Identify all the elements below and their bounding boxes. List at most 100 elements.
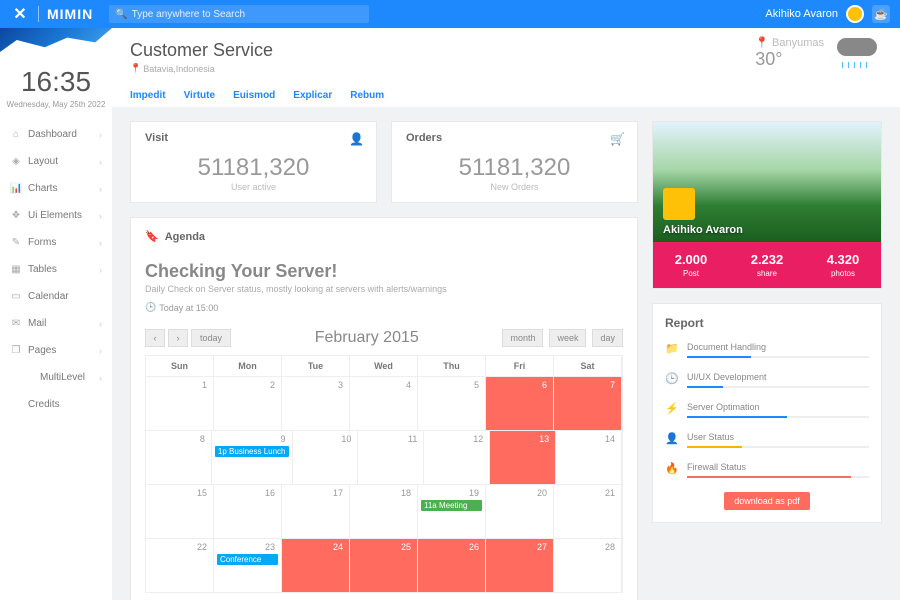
cal-cell[interactable]: 13 bbox=[490, 430, 556, 484]
progress-bar bbox=[687, 446, 869, 448]
report-item: 🕒UI/UX Development bbox=[665, 372, 869, 388]
profile-stat-label: Post bbox=[653, 269, 729, 278]
weather: 📍 Banyumas 30° bbox=[755, 36, 882, 70]
cal-cell[interactable]: 1 bbox=[146, 376, 214, 430]
cal-daynum: 5 bbox=[421, 380, 482, 390]
cal-cell[interactable]: 6 bbox=[486, 376, 554, 430]
weekday: Sun bbox=[146, 356, 214, 376]
sidebar-item-multilevel[interactable]: MultiLevel› bbox=[0, 364, 112, 391]
cal-daynum: 26 bbox=[421, 542, 482, 552]
tab-virtute[interactable]: Virtute bbox=[184, 90, 216, 107]
cal-cell[interactable]: 12 bbox=[424, 430, 490, 484]
cal-daynum: 22 bbox=[149, 542, 210, 552]
cal-prev-button[interactable]: ‹ bbox=[145, 329, 165, 347]
sidebar-item-credits[interactable]: Credits bbox=[0, 391, 112, 418]
cal-view-week[interactable]: week bbox=[549, 329, 586, 347]
header-tabs: Impedit Virtute Euismod Explicar Rebum bbox=[130, 90, 882, 107]
close-icon[interactable]: ✕ bbox=[10, 4, 30, 24]
sidebar: 16:35 Wednesday, May 25th 2022 ⌂ Dashboar… bbox=[0, 28, 112, 600]
search-input-wrap[interactable]: 🔍 bbox=[109, 5, 369, 23]
cal-cell[interactable]: 20 bbox=[486, 484, 554, 538]
cal-cell[interactable]: 23Conference bbox=[214, 538, 282, 592]
report-label: UI/UX Development bbox=[687, 372, 869, 382]
cal-cell[interactable]: 25 bbox=[350, 538, 418, 592]
nav-icon: ⌂ bbox=[10, 129, 22, 140]
nav-label: Layout bbox=[28, 156, 58, 167]
cal-cell[interactable]: 10 bbox=[293, 430, 359, 484]
cal-daynum: 3 bbox=[285, 380, 346, 390]
sidebar-item-dashboard[interactable]: ⌂Dashboard› bbox=[0, 121, 112, 148]
cal-cell[interactable]: 11 bbox=[358, 430, 424, 484]
cal-today-button[interactable]: today bbox=[191, 329, 231, 347]
download-pdf-button[interactable]: download as pdf bbox=[724, 492, 810, 510]
cal-cell[interactable]: 91p Business Lunch bbox=[212, 430, 293, 484]
chevron-right-icon: › bbox=[99, 157, 102, 167]
tab-euismod[interactable]: Euismod bbox=[233, 90, 275, 107]
sidebar-item-forms[interactable]: ✎Forms› bbox=[0, 229, 112, 256]
cal-cell[interactable]: 14 bbox=[556, 430, 622, 484]
nav-label: Forms bbox=[28, 237, 56, 248]
cal-event[interactable]: 11a Meeting bbox=[421, 500, 482, 511]
tab-explicar[interactable]: Explicar bbox=[293, 90, 332, 107]
nav: ⌂Dashboard›◈Layout›📊Charts›❖Ui Elements›… bbox=[0, 117, 112, 600]
sidebar-item-mail[interactable]: ✉Mail› bbox=[0, 310, 112, 337]
profile-card: Akihiko Avaron 2.000Post2.232share4.320p… bbox=[652, 121, 882, 289]
profile-stat-value: 2.232 bbox=[729, 252, 805, 267]
cal-cell[interactable]: 4 bbox=[350, 376, 418, 430]
tab-impedit[interactable]: Impedit bbox=[130, 90, 166, 107]
agenda-panel: 🔖 Agenda Checking Your Server! Daily Che… bbox=[130, 217, 638, 600]
calendar: SunMonTueWedThuFriSat 1234567891p Busine… bbox=[145, 355, 623, 593]
search-input[interactable] bbox=[132, 9, 364, 20]
stat-icon: 🛒 bbox=[610, 132, 625, 146]
cal-cell[interactable]: 16 bbox=[214, 484, 282, 538]
profile-stat: 2.232share bbox=[729, 252, 805, 278]
cal-cell[interactable]: 7 bbox=[554, 376, 622, 430]
cal-cell[interactable]: 21 bbox=[554, 484, 622, 538]
cal-cell[interactable]: 27 bbox=[486, 538, 554, 592]
progress-bar bbox=[687, 476, 869, 478]
page-header: Customer Service 📍 Batavia,Indonesia 📍 B… bbox=[112, 28, 900, 107]
sidebar-item-pages[interactable]: ❐Pages› bbox=[0, 337, 112, 364]
cal-cell[interactable]: 22 bbox=[146, 538, 214, 592]
sidebar-item-ui-elements[interactable]: ❖Ui Elements› bbox=[0, 202, 112, 229]
topbar-user[interactable]: Akihiko Avaron bbox=[765, 8, 838, 20]
cal-cell[interactable]: 3 bbox=[282, 376, 350, 430]
cal-cell[interactable]: 26 bbox=[418, 538, 486, 592]
profile-cover: Akihiko Avaron bbox=[653, 122, 881, 242]
progress-bar bbox=[687, 416, 869, 418]
sidebar-item-calendar[interactable]: ▭Calendar bbox=[0, 283, 112, 310]
cal-daynum: 11 bbox=[361, 434, 420, 444]
tab-rebum[interactable]: Rebum bbox=[350, 90, 384, 107]
weekday: Tue bbox=[282, 356, 350, 376]
cal-cell[interactable]: 15 bbox=[146, 484, 214, 538]
coffee-icon[interactable]: ☕ bbox=[872, 5, 890, 23]
cal-view-month[interactable]: month bbox=[502, 329, 543, 347]
cal-cell[interactable]: 5 bbox=[418, 376, 486, 430]
stat-title: Orders bbox=[406, 132, 623, 144]
profile-stats: 2.000Post2.232share4.320photos bbox=[653, 242, 881, 288]
cal-cell[interactable]: 17 bbox=[282, 484, 350, 538]
report-label: Server Optimation bbox=[687, 402, 869, 412]
cal-event[interactable]: 1p Business Lunch bbox=[215, 446, 289, 457]
cal-cell[interactable]: 8 bbox=[146, 430, 212, 484]
cal-event[interactable]: Conference bbox=[217, 554, 278, 565]
avatar-icon[interactable] bbox=[846, 5, 864, 23]
weekday: Fri bbox=[486, 356, 554, 376]
cal-cell[interactable]: 2 bbox=[214, 376, 282, 430]
weekday: Mon bbox=[214, 356, 282, 376]
clock: 16:35 Wednesday, May 25th 2022 bbox=[0, 52, 112, 117]
sidebar-item-tables[interactable]: ▦Tables› bbox=[0, 256, 112, 283]
nav-label: Dashboard bbox=[28, 129, 77, 140]
chevron-right-icon: › bbox=[99, 238, 102, 248]
cal-next-button[interactable]: › bbox=[168, 329, 188, 347]
sidebar-item-charts[interactable]: 📊Charts› bbox=[0, 175, 112, 202]
cal-cell[interactable]: 1911a Meeting bbox=[418, 484, 486, 538]
cal-cell[interactable]: 18 bbox=[350, 484, 418, 538]
cal-cell[interactable]: 24 bbox=[282, 538, 350, 592]
sidebar-item-layout[interactable]: ◈Layout› bbox=[0, 148, 112, 175]
cal-view-day[interactable]: day bbox=[592, 329, 623, 347]
report-label: User Status bbox=[687, 432, 869, 442]
cal-cell[interactable]: 28 bbox=[554, 538, 622, 592]
sidebar-decor bbox=[0, 28, 112, 52]
user-icon: 👤 bbox=[665, 432, 679, 445]
